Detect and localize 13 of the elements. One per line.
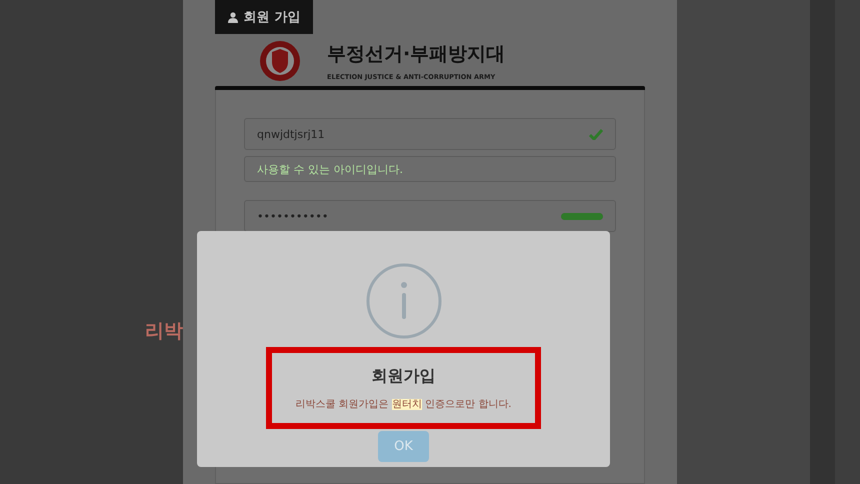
password-field[interactable]: ••••••••••• xyxy=(244,200,616,232)
id-available-message: 사용할 수 있는 아이디입니다. xyxy=(244,156,616,182)
ok-button[interactable]: OK xyxy=(378,431,429,462)
info-icon xyxy=(366,263,442,339)
logo-icon xyxy=(259,40,301,82)
strength-meter xyxy=(561,212,603,220)
id-field[interactable]: qnwjdtjsrj11 xyxy=(244,118,616,150)
brand-title: 부정선거·부패방지대 xyxy=(327,42,506,67)
user-icon xyxy=(228,12,238,22)
dialog-message: 리박스쿨 회원가입은 원터치 인증으로만 합니다. xyxy=(296,398,512,410)
dialog-title: 회원가입 xyxy=(372,366,436,386)
background-text: 리박 xyxy=(145,319,183,344)
signup-tab[interactable]: 회원 가입 xyxy=(215,0,313,34)
